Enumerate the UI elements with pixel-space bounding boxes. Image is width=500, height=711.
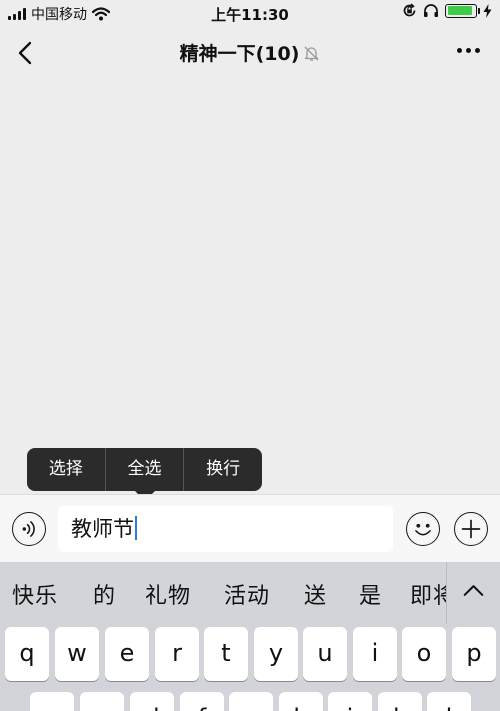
chat-message-area[interactable] [0, 78, 500, 494]
candidate-word[interactable]: 活动 [224, 578, 270, 610]
message-input[interactable]: 教师节 [58, 506, 393, 552]
key-p[interactable]: p [452, 627, 496, 681]
key-g[interactable]: g [229, 692, 273, 711]
key-t[interactable]: t [204, 627, 248, 681]
key-i[interactable]: i [353, 627, 397, 681]
key-y[interactable]: y [254, 627, 298, 681]
collapse-candidates-button[interactable] [446, 562, 500, 624]
add-button[interactable] [454, 512, 488, 546]
status-bar: 中国移动 上午11:30 [0, 0, 500, 26]
emoji-button[interactable] [406, 512, 440, 546]
key-k[interactable]: k [378, 692, 422, 711]
voice-button[interactable] [12, 512, 46, 546]
chat-title-text: 精神一下(10) [179, 43, 300, 65]
key-e[interactable]: e [105, 627, 149, 681]
candidate-word[interactable]: 是 [359, 578, 382, 610]
text-caret [135, 516, 137, 540]
select-menu-item[interactable]: 选择 [27, 448, 105, 491]
key-a[interactable]: a [30, 692, 74, 711]
chat-title: 精神一下(10) [0, 39, 500, 66]
more-options-button[interactable] [457, 48, 480, 53]
key-d[interactable]: d [130, 692, 174, 711]
more-dot [466, 48, 471, 53]
status-right [402, 3, 492, 18]
candidate-word[interactable]: 的 [93, 578, 116, 610]
orientation-lock-icon [403, 3, 416, 17]
key-w[interactable]: w [55, 627, 99, 681]
candidate-word[interactable]: 礼物 [145, 578, 191, 610]
charging-bolt-icon [483, 3, 492, 18]
key-s[interactable]: s [80, 692, 124, 711]
key-o[interactable]: o [402, 627, 446, 681]
headphones-icon [424, 4, 438, 17]
text-edit-menu: 选择 全选 换行 [27, 448, 262, 501]
candidate-word[interactable]: 送 [304, 578, 327, 610]
key-u[interactable]: u [303, 627, 347, 681]
key-l[interactable]: l [427, 692, 471, 711]
more-dot [475, 48, 480, 53]
battery-icon [445, 3, 480, 18]
more-dot [457, 48, 462, 53]
key-q[interactable]: q [5, 627, 49, 681]
key-r[interactable]: r [155, 627, 199, 681]
key-h[interactable]: h [279, 692, 323, 711]
candidate-word[interactable]: 快乐 [12, 578, 58, 610]
battery-fill [447, 6, 472, 15]
key-j[interactable]: j [328, 692, 372, 711]
select-all-menu-item[interactable]: 全选 [104, 448, 184, 491]
candidate-bar: 快乐 的 礼物 活动 送 是 即将 [0, 562, 500, 624]
keyboard: q w e r t y u i o p a s d f g h j k l [0, 624, 500, 711]
newline-menu-item[interactable]: 换行 [183, 448, 262, 491]
navigation-bar: 精神一下(10) [0, 26, 500, 78]
message-input-bar: 教师节 [0, 494, 500, 562]
key-f[interactable]: f [180, 692, 224, 711]
bell-slash-icon [304, 46, 319, 61]
message-input-text: 教师节 [71, 517, 134, 541]
